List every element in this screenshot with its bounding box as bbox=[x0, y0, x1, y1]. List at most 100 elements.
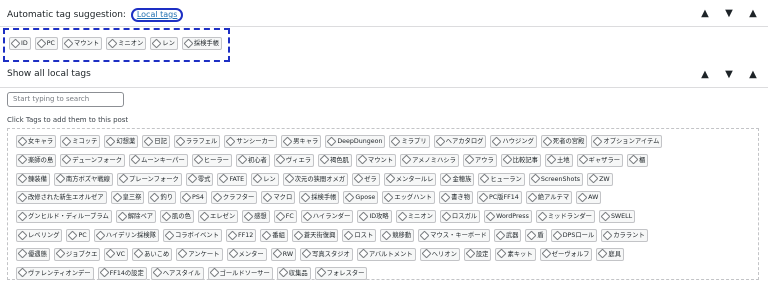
local-tag[interactable]: 男キャラ bbox=[281, 135, 322, 148]
local-tag[interactable]: 番組 bbox=[260, 229, 288, 242]
local-tag[interactable]: ヘアカタログ bbox=[433, 135, 487, 148]
local-tag[interactable]: メンター bbox=[226, 247, 267, 261]
local-tags-link[interactable]: Local tags bbox=[137, 10, 178, 19]
local-tag[interactable]: DeepDungeon bbox=[325, 135, 386, 148]
local-tag[interactable]: フォレスター bbox=[314, 266, 368, 280]
local-tag[interactable]: 楽師の島 bbox=[16, 153, 57, 167]
local-tag[interactable]: PC bbox=[66, 229, 90, 242]
local-tag[interactable]: ZW bbox=[587, 172, 613, 186]
local-tag[interactable]: カララント bbox=[601, 229, 648, 242]
local-tag[interactable]: 比較記事 bbox=[500, 153, 541, 167]
local-tag[interactable]: アウラ bbox=[462, 153, 497, 167]
local-tag[interactable]: ハウジング bbox=[490, 135, 537, 148]
local-tag[interactable]: DPSロール bbox=[550, 229, 598, 242]
suggested-tag[interactable]: マウント bbox=[61, 37, 103, 50]
local-tag[interactable]: アメノミハシラ bbox=[400, 153, 459, 167]
local-tag[interactable]: あいこめ bbox=[132, 247, 173, 261]
local-tag[interactable]: 日記 bbox=[142, 135, 170, 148]
local-tag[interactable]: 設定 bbox=[463, 247, 492, 261]
local-tag[interactable]: 競移動 bbox=[380, 229, 415, 242]
local-tag[interactable]: SWELL bbox=[598, 210, 636, 224]
local-tag[interactable]: 庭具 bbox=[596, 247, 625, 261]
local-tag[interactable]: 改修された新生エオルゼア bbox=[16, 191, 107, 205]
local-tag[interactable]: FF12 bbox=[226, 229, 257, 242]
suggested-tag[interactable]: ミニオン bbox=[106, 37, 147, 50]
local-tag[interactable]: ヴァレンティオンデー bbox=[16, 266, 94, 280]
local-tag[interactable]: マウス・キーボード bbox=[418, 229, 490, 242]
local-tag[interactable]: 櫃 bbox=[627, 153, 649, 167]
local-tag[interactable]: プレーンフォーク bbox=[116, 172, 182, 186]
local-tag[interactable]: FC bbox=[273, 210, 297, 224]
local-tag[interactable]: 蒼天街復興 bbox=[291, 229, 339, 242]
local-tag[interactable]: ゼーヴォルフ bbox=[539, 247, 593, 261]
local-tag[interactable]: 女キャラ bbox=[16, 135, 57, 148]
local-tag[interactable]: ロスガル bbox=[439, 210, 481, 224]
local-tag[interactable]: Gpose bbox=[343, 191, 379, 205]
local-tag[interactable]: ギャザラー bbox=[576, 153, 624, 167]
local-tag[interactable]: アバルトメント bbox=[356, 247, 416, 261]
move-down-button[interactable]: ▼ bbox=[721, 5, 737, 21]
local-tag[interactable]: 感想 bbox=[242, 210, 270, 224]
local-tag[interactable]: AW bbox=[576, 191, 602, 205]
local-tag[interactable]: WordPress bbox=[484, 210, 532, 224]
local-tags-link-wrap[interactable]: Local tags bbox=[130, 8, 184, 22]
local-tag[interactable]: レベリング bbox=[16, 229, 63, 242]
local-tag[interactable]: 素キット bbox=[495, 247, 536, 261]
local-tag[interactable]: 褐色肌 bbox=[318, 153, 352, 167]
local-tag[interactable]: アンケート bbox=[176, 247, 223, 261]
local-tag[interactable]: 金穂族 bbox=[440, 172, 475, 186]
local-tag[interactable]: 盾 bbox=[525, 229, 547, 242]
local-tag[interactable]: デューンフォーク bbox=[60, 153, 126, 167]
local-tag[interactable]: クラフター bbox=[210, 191, 258, 205]
local-tag[interactable]: ゼラ bbox=[352, 172, 380, 186]
move-down-button[interactable]: ▼ bbox=[721, 66, 737, 82]
local-tag[interactable]: 採検手帳 bbox=[299, 191, 340, 205]
local-tag[interactable]: エレゼン bbox=[197, 210, 239, 224]
local-tag[interactable]: ヒーラー bbox=[191, 153, 232, 167]
local-tag[interactable]: 収集品 bbox=[276, 266, 311, 280]
local-tag[interactable]: 零式 bbox=[185, 172, 214, 186]
local-tag[interactable]: サンシーカー bbox=[224, 135, 278, 148]
local-tag[interactable]: ヘアスタイル bbox=[150, 266, 204, 280]
local-tag[interactable]: FATE bbox=[217, 172, 248, 186]
local-tag[interactable]: ID攻略 bbox=[357, 210, 392, 224]
suggested-tag[interactable]: ID bbox=[9, 37, 31, 50]
local-tag[interactable]: エッグハント bbox=[382, 191, 436, 205]
move-up-button[interactable]: ▲ bbox=[697, 5, 713, 21]
local-tag[interactable]: ミニオン bbox=[395, 210, 436, 224]
local-tag[interactable]: レン bbox=[251, 172, 279, 186]
local-tag[interactable]: コラボイベント bbox=[162, 229, 223, 242]
local-tag[interactable]: ミコッテ bbox=[60, 135, 101, 148]
suggested-tag[interactable]: PC bbox=[34, 37, 58, 50]
local-tag[interactable]: ミッドランダー bbox=[535, 210, 595, 224]
local-tag[interactable]: 武器 bbox=[493, 229, 522, 242]
local-tag[interactable]: 南方ボズヤ戦線 bbox=[53, 172, 113, 186]
local-tag[interactable]: 初心者 bbox=[235, 153, 270, 167]
local-tag[interactable]: 幻想薬 bbox=[104, 135, 139, 148]
local-tag[interactable]: ムーンキーパー bbox=[129, 153, 188, 167]
local-tag[interactable]: RW bbox=[270, 247, 297, 261]
local-tag[interactable]: PS4 bbox=[180, 191, 207, 205]
local-tag[interactable]: ララフェル bbox=[173, 135, 221, 148]
suggested-tag[interactable]: レン bbox=[150, 37, 178, 50]
local-tag[interactable]: 死者の宮殿 bbox=[540, 135, 588, 148]
toggle-panel-button[interactable]: ▲ bbox=[745, 66, 761, 82]
local-tag[interactable]: ヒューラン bbox=[478, 172, 525, 186]
move-up-button[interactable]: ▲ bbox=[697, 66, 713, 82]
local-tag[interactable]: 皇三祭 bbox=[110, 191, 145, 205]
local-tag[interactable]: 釣り bbox=[148, 191, 177, 205]
local-tag[interactable]: ハイランダー bbox=[300, 210, 354, 224]
local-tag[interactable]: ScreenShots bbox=[528, 172, 584, 186]
local-tag[interactable]: 肌の色 bbox=[160, 210, 194, 224]
local-tag[interactable]: ハイデリン採検隊 bbox=[93, 229, 159, 242]
local-tag[interactable]: オプションアイテム bbox=[591, 135, 663, 148]
local-tag[interactable]: 書き物 bbox=[439, 191, 473, 205]
local-tag[interactable]: ヘリオン bbox=[419, 247, 460, 261]
toggle-panel-button[interactable]: ▲ bbox=[745, 5, 761, 21]
local-tag[interactable]: 優遇態 bbox=[16, 247, 50, 261]
local-tag[interactable]: マウント bbox=[355, 153, 397, 167]
local-tag[interactable]: 写真スタジオ bbox=[300, 247, 353, 261]
local-tag[interactable]: ジョブクエ bbox=[53, 247, 101, 261]
local-tag[interactable]: 錬装備 bbox=[16, 172, 50, 186]
local-tag[interactable]: ミラプリ bbox=[389, 135, 430, 148]
